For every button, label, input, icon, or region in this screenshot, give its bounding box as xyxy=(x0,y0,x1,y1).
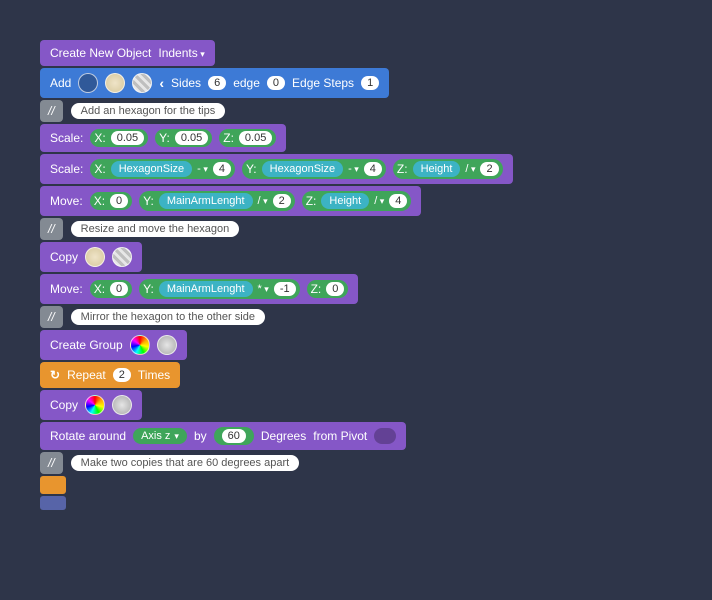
var-hexagonsize[interactable]: HexagonSize xyxy=(111,161,192,177)
z-label: Z: xyxy=(311,282,322,296)
x-label: X: xyxy=(94,162,105,176)
comment-slash: // xyxy=(40,100,63,122)
op-dropdown[interactable]: - xyxy=(348,163,359,175)
comment-row: // Resize and move the hexagon xyxy=(40,218,239,240)
pivot-slot[interactable] xyxy=(374,428,396,444)
move-label: Move: xyxy=(50,282,83,296)
repeat-icon xyxy=(50,368,60,382)
material-hole-icon[interactable] xyxy=(112,247,132,267)
z-value[interactable]: 4 xyxy=(389,194,407,208)
chevron-left-icon[interactable]: ‹ xyxy=(159,75,164,91)
comment-slash: // xyxy=(40,218,63,240)
op-dropdown[interactable]: / xyxy=(465,163,475,175)
block-end-stub xyxy=(40,496,66,510)
scale-label: Scale: xyxy=(50,162,83,176)
move-block[interactable]: Move: X: 0 Y: MainArmLenght / 2 Z: Height… xyxy=(40,186,421,216)
z-label: Z: xyxy=(397,162,408,176)
rotate-label: Rotate around xyxy=(50,429,126,443)
y-value[interactable]: 4 xyxy=(364,162,382,176)
create-group-block[interactable]: Create Group xyxy=(40,330,187,360)
edge-steps-value[interactable]: 1 xyxy=(361,76,379,90)
copy-block[interactable]: Copy xyxy=(40,242,142,272)
comment-slash: // xyxy=(40,306,63,328)
y-label: Y: xyxy=(143,194,154,208)
var-hexagonsize[interactable]: HexagonSize xyxy=(262,161,343,177)
repeat-label: Repeat xyxy=(67,368,106,382)
y-value[interactable]: 0.05 xyxy=(175,131,208,145)
scale-block-vars[interactable]: Scale: X: HexagonSize - 4 Y: HexagonSize… xyxy=(40,154,513,184)
rotate-block[interactable]: Rotate around Axis z by 60 Degrees from … xyxy=(40,422,406,450)
by-label: by xyxy=(194,429,207,443)
var-height[interactable]: Height xyxy=(413,161,461,177)
material-hole-icon[interactable] xyxy=(112,395,132,415)
op-dropdown[interactable]: * xyxy=(258,283,269,295)
repeat-count[interactable]: 2 xyxy=(113,368,131,382)
degrees-value[interactable]: 60 xyxy=(222,429,246,443)
copy-label: Copy xyxy=(50,398,78,412)
y-label: Y: xyxy=(159,131,170,145)
x-value[interactable]: 4 xyxy=(213,162,231,176)
y-value[interactable]: 2 xyxy=(273,194,291,208)
move-label: Move: xyxy=(50,194,83,208)
move-block[interactable]: Move: X: 0 Y: MainArmLenght * -1 Z: 0 xyxy=(40,274,358,304)
axis-dropdown[interactable]: Axis z xyxy=(133,428,187,444)
shape-cylinder-icon[interactable] xyxy=(78,73,98,93)
comment-text[interactable]: Make two copies that are 60 degrees apar… xyxy=(71,455,300,471)
z-value[interactable]: 0.05 xyxy=(239,131,272,145)
z-value[interactable]: 0 xyxy=(326,282,344,296)
add-block[interactable]: Add ‹ Sides 6 edge 0 Edge Steps 1 xyxy=(40,68,389,98)
x-label: X: xyxy=(94,131,105,145)
indents-dropdown[interactable]: Indents xyxy=(158,46,204,60)
create-new-object-label: Create New Object xyxy=(50,46,151,60)
z-label: Z: xyxy=(306,194,317,208)
op-dropdown[interactable]: / xyxy=(374,195,384,207)
material-solid-icon[interactable] xyxy=(105,73,125,93)
scale-label: Scale: xyxy=(50,131,83,145)
color-rainbow-icon[interactable] xyxy=(130,335,150,355)
material-hole-icon[interactable] xyxy=(132,73,152,93)
comment-row: // Mirror the hexagon to the other side xyxy=(40,306,265,328)
var-height[interactable]: Height xyxy=(321,193,369,209)
add-label: Add xyxy=(50,76,71,90)
comment-row: // Add an hexagon for the tips xyxy=(40,100,225,122)
repeat-end-stub xyxy=(40,476,66,494)
repeat-times-label: Times xyxy=(138,368,170,382)
comment-text[interactable]: Add an hexagon for the tips xyxy=(71,103,226,119)
copy-block[interactable]: Copy xyxy=(40,390,142,420)
y-label: Y: xyxy=(246,162,257,176)
sides-value[interactable]: 6 xyxy=(208,76,226,90)
material-hole-icon[interactable] xyxy=(157,335,177,355)
edge-steps-label: Edge Steps xyxy=(292,76,354,90)
repeat-block[interactable]: Repeat 2 Times xyxy=(40,362,180,388)
block-stack: Create New Object Indents Add ‹ Sides 6 … xyxy=(40,40,672,510)
comment-row: // Make two copies that are 60 degrees a… xyxy=(40,452,299,474)
material-solid-icon[interactable] xyxy=(85,247,105,267)
comment-text[interactable]: Resize and move the hexagon xyxy=(71,221,240,237)
y-value[interactable]: -1 xyxy=(274,282,296,296)
from-pivot-label: from Pivot xyxy=(313,429,367,443)
scale-block[interactable]: Scale: X: 0.05 Y: 0.05 Z: 0.05 xyxy=(40,124,286,152)
copy-label: Copy xyxy=(50,250,78,264)
op-dropdown[interactable]: / xyxy=(258,195,268,207)
color-rainbow-icon[interactable] xyxy=(85,395,105,415)
sides-label: Sides xyxy=(171,76,201,90)
y-label: Y: xyxy=(143,282,154,296)
comment-slash: // xyxy=(40,452,63,474)
edge-value[interactable]: 0 xyxy=(267,76,285,90)
op-dropdown[interactable]: - xyxy=(197,163,208,175)
var-mainarmlenght[interactable]: MainArmLenght xyxy=(159,281,253,297)
x-value[interactable]: 0.05 xyxy=(111,131,144,145)
x-value[interactable]: 0 xyxy=(110,194,128,208)
var-mainarmlenght[interactable]: MainArmLenght xyxy=(159,193,253,209)
degrees-label: Degrees xyxy=(261,429,306,443)
z-label: Z: xyxy=(223,131,234,145)
x-value[interactable]: 0 xyxy=(110,282,128,296)
x-label: X: xyxy=(94,282,105,296)
z-value[interactable]: 2 xyxy=(480,162,498,176)
edge-label: edge xyxy=(233,76,260,90)
create-group-label: Create Group xyxy=(50,338,123,352)
comment-text[interactable]: Mirror the hexagon to the other side xyxy=(71,309,265,325)
x-label: X: xyxy=(94,194,105,208)
create-new-object-block[interactable]: Create New Object Indents xyxy=(40,40,215,66)
